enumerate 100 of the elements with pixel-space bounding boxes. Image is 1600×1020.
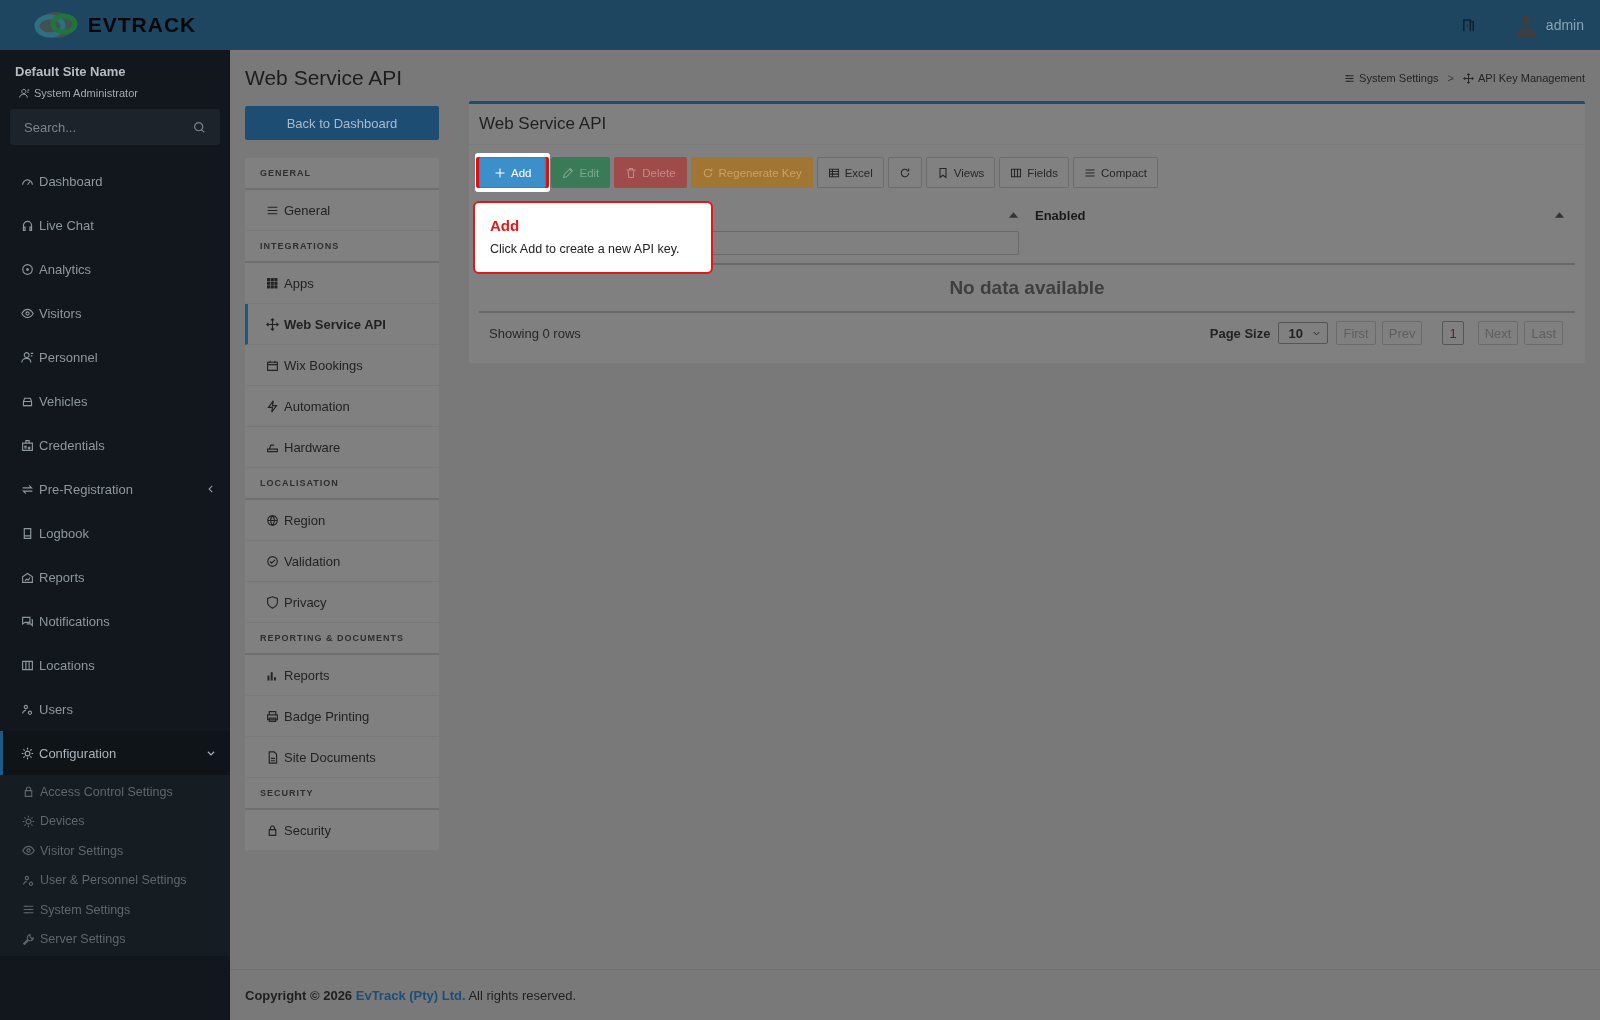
bolt-icon — [266, 399, 279, 413]
section-heading: GENERAL — [245, 158, 439, 190]
sidebar-item[interactable]: Live Chat — [0, 203, 230, 247]
swap-arrows-icon — [21, 482, 34, 496]
breadcrumb-separator: > — [1447, 72, 1454, 84]
search-field[interactable]: Search... — [10, 109, 220, 145]
settings-item[interactable]: Reports — [245, 655, 439, 696]
chart-icon — [21, 570, 34, 584]
sidebar-item[interactable]: Logbook — [0, 511, 230, 555]
lock-icon — [266, 823, 279, 837]
move-arrows-icon — [1463, 72, 1474, 84]
settings-icon — [21, 746, 34, 760]
document-icon — [266, 750, 279, 764]
sidebar-item[interactable]: Visitors — [0, 291, 230, 335]
settings-item[interactable]: Region — [245, 500, 439, 541]
calendar-icon — [266, 358, 279, 372]
person-icon — [19, 87, 30, 99]
menu-icon — [1083, 166, 1096, 179]
refresh-icon — [701, 166, 714, 179]
plus-icon — [494, 166, 506, 179]
eye-icon — [21, 306, 34, 320]
user-role: System Administrator — [34, 87, 138, 99]
book-icon — [21, 526, 34, 540]
pager-button[interactable]: 1 — [1442, 321, 1464, 345]
section-heading: SECURITY — [245, 778, 439, 810]
toolbar-button[interactable]: Excel — [816, 157, 884, 188]
headset-icon — [21, 218, 34, 232]
site-name: Default Site Name — [15, 64, 127, 79]
refresh-button[interactable] — [887, 157, 922, 188]
section-heading: LOCALISATION — [245, 468, 439, 500]
settings-item[interactable]: Apps — [245, 263, 439, 304]
submenu-item[interactable]: Server Settings — [0, 924, 230, 954]
tooltip-text: Click Add to create a new API key. — [490, 242, 681, 256]
printer-icon — [266, 709, 279, 723]
trash-icon — [625, 166, 638, 179]
submenu-item[interactable]: Devices — [0, 806, 230, 836]
search-icon — [193, 121, 206, 134]
sidebar-item[interactable]: Configuration — [0, 731, 230, 775]
person-icon — [21, 350, 34, 364]
settings-item[interactable]: Wix Bookings — [245, 345, 439, 386]
sidebar-item[interactable]: Users — [0, 687, 230, 731]
lock-icon — [22, 785, 35, 799]
globe-icon — [266, 513, 279, 527]
breadcrumb-link[interactable]: API Key Management — [1478, 72, 1585, 84]
table-icon — [827, 166, 840, 179]
eye-icon — [22, 844, 35, 858]
settings-item[interactable]: Site Documents — [245, 737, 439, 778]
bookmark-icon — [936, 166, 949, 179]
sidebar-item[interactable]: Vehicles — [0, 379, 230, 423]
card-title: Web Service API — [469, 104, 1585, 145]
sidebar-item[interactable]: Notifications — [0, 599, 230, 643]
columns-icon — [1010, 166, 1023, 179]
submenu-item[interactable]: Access Control Settings — [0, 777, 230, 807]
back-button[interactable]: Back to Dashboard — [245, 106, 439, 140]
row-count: Showing 0 rows — [489, 325, 581, 341]
sidebar-item[interactable]: Reports — [0, 555, 230, 599]
column-header[interactable]: Enabled — [1035, 207, 1086, 223]
sidebar-item[interactable]: Analytics — [0, 247, 230, 291]
sidebar-item[interactable]: Credentials — [0, 423, 230, 467]
page-title: Web Service API — [245, 66, 403, 90]
id-card-icon — [21, 438, 34, 452]
sidebar-item[interactable]: Pre-Registration — [0, 467, 230, 511]
settings-item[interactable]: Validation — [245, 541, 439, 582]
wrench-icon — [22, 932, 35, 946]
tooltip-title: Add — [490, 217, 521, 234]
section-heading: REPORTING & DOCUMENTS — [245, 623, 439, 655]
chat-icon — [21, 614, 34, 628]
page-size-label: Page Size — [1209, 325, 1271, 341]
sidebar-item[interactable]: Dashboard — [0, 159, 230, 203]
settings-item[interactable]: Badge Printing — [245, 696, 439, 737]
shield-icon — [266, 595, 279, 609]
settings-item[interactable]: Security — [245, 810, 439, 851]
refresh-icon — [898, 166, 911, 179]
target-icon — [21, 262, 34, 276]
grid-icon — [266, 276, 279, 290]
add-button[interactable]: Add — [479, 157, 547, 188]
breadcrumb-link[interactable]: System Settings — [1359, 72, 1439, 84]
map-icon — [21, 658, 34, 672]
logo-text: EVTRACK — [87, 13, 197, 37]
settings-item[interactable]: Web Service API — [245, 304, 439, 345]
toolbar-button[interactable]: Views — [925, 157, 996, 188]
settings-item[interactable]: Privacy — [245, 582, 439, 623]
page-size-select[interactable]: 10 — [1278, 322, 1329, 344]
toolbar-button[interactable]: Fields — [999, 157, 1069, 188]
move-arrows-icon — [266, 317, 279, 331]
sort-icon[interactable] — [1554, 211, 1565, 219]
sidebar-item[interactable]: Locations — [0, 643, 230, 687]
sort-icon[interactable] — [1008, 211, 1019, 219]
submenu-item[interactable]: Visitor Settings — [0, 836, 230, 866]
settings-item[interactable]: Hardware — [245, 427, 439, 468]
gear-icon — [22, 814, 35, 828]
submenu-item[interactable]: User & Personnel Settings — [0, 865, 230, 895]
settings-item[interactable]: Automation — [245, 386, 439, 427]
pencil-icon — [562, 166, 575, 179]
section-heading: INTEGRATIONS — [245, 231, 439, 263]
toolbar-button[interactable]: Compact — [1072, 157, 1158, 188]
sidebar-item[interactable]: Personnel — [0, 335, 230, 379]
settings-item[interactable]: General — [245, 190, 439, 231]
submenu-item[interactable]: System Settings — [0, 895, 230, 925]
user-name[interactable]: admin — [1545, 17, 1584, 33]
